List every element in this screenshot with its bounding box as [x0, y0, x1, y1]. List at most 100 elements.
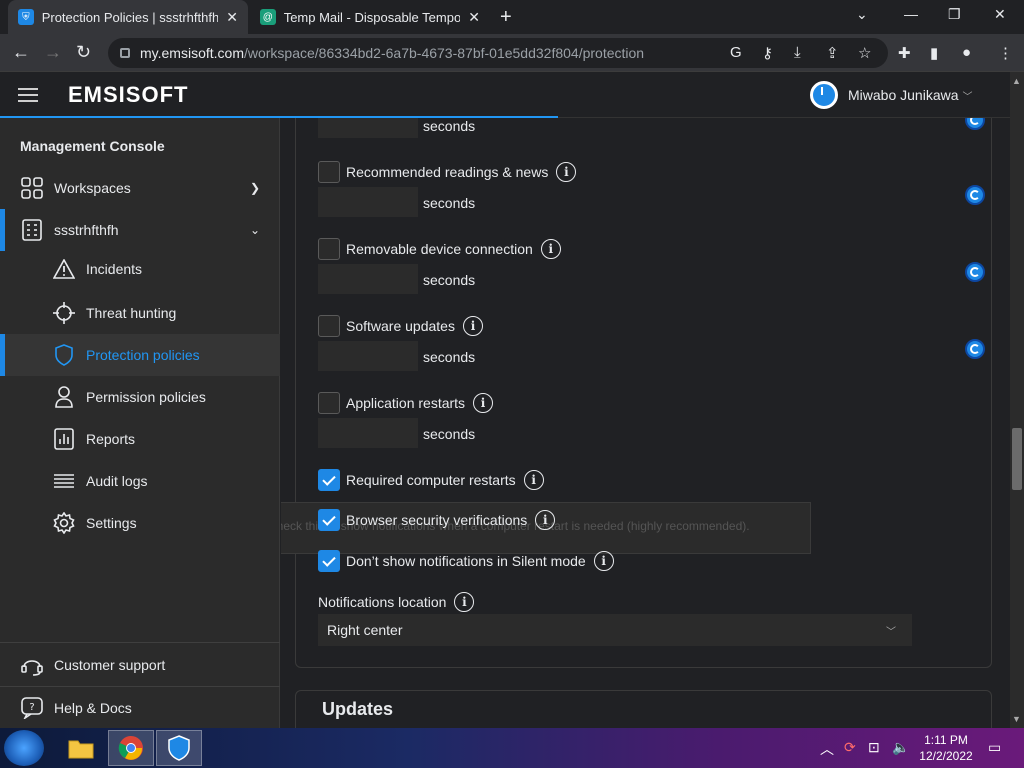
temp-mail-icon: @ — [260, 9, 276, 25]
checkbox-checked[interactable] — [318, 469, 340, 491]
tab-title: Temp Mail - Disposable Tempora — [283, 9, 461, 25]
sidebar-item-label: Threat hunting — [86, 305, 177, 321]
close-window-icon[interactable]: ✕ — [994, 6, 1006, 23]
chrome-icon[interactable] — [108, 730, 154, 766]
sidebar-item-workspace-ssstrhfthfh[interactable]: ssstrhfthfh ⌄ — [0, 209, 280, 251]
user-name: Miwabo Junikawa — [848, 87, 959, 103]
emsisoft-shield-icon[interactable] — [156, 730, 202, 766]
sidebar-item-protection-policies[interactable]: Protection policies — [0, 334, 280, 376]
headset-icon — [20, 653, 44, 677]
seconds-label: seconds — [423, 426, 476, 442]
sidebar-item-customer-support[interactable]: Customer support — [0, 644, 280, 686]
minimize-icon[interactable]: — — [904, 6, 918, 22]
app-header: EMSISOFT Miwabo Junikawa ﹀ — [0, 72, 1010, 118]
key-icon[interactable]: ⚷ — [762, 44, 773, 62]
seconds-input[interactable] — [318, 264, 418, 294]
option-software-updates[interactable]: Software updates i — [318, 315, 483, 337]
system-clock[interactable]: 1:11 PM 12/2/2022 — [918, 732, 974, 764]
checkbox-checked[interactable] — [318, 509, 340, 531]
side-panel-icon[interactable]: ▮ — [930, 44, 938, 62]
scrollbar-track[interactable] — [1010, 72, 1024, 728]
browser-tab-bar: ⛨ Protection Policies | ssstrhfthfh | E … — [0, 0, 1024, 34]
report-chart-icon — [52, 427, 76, 451]
close-tab-icon[interactable]: ✕ — [226, 9, 238, 26]
share-icon[interactable]: ⇪ — [826, 44, 839, 62]
menu-kebab-icon[interactable]: ⋮ — [998, 44, 1013, 62]
reset-icon[interactable] — [965, 262, 985, 282]
checkbox-checked[interactable] — [318, 550, 340, 572]
info-icon[interactable]: i — [535, 510, 556, 530]
seconds-input[interactable] — [318, 187, 418, 217]
checkbox[interactable] — [318, 392, 340, 414]
sidebar-item-settings[interactable]: Settings — [0, 502, 280, 544]
scrollbar-thumb[interactable] — [1012, 428, 1022, 490]
tray-expand-icon[interactable]: ︿ — [820, 739, 834, 759]
install-icon[interactable]: ⤓ — [794, 44, 801, 61]
notification-center-icon[interactable]: ▭ — [988, 739, 1001, 756]
tab-protection-policies[interactable]: ⛨ Protection Policies | ssstrhfthfh | E … — [8, 0, 248, 34]
option-silent-mode[interactable]: Don’t show notifications in Silent mode … — [318, 550, 614, 572]
option-application-restarts[interactable]: Application restarts i — [318, 392, 494, 414]
restore-icon[interactable]: ❐ — [948, 6, 961, 23]
notifications-location-select[interactable]: Right center ﹀ — [318, 614, 912, 646]
tab-temp-mail[interactable]: @ Temp Mail - Disposable Tempora ✕ — [250, 0, 490, 34]
reload-icon[interactable]: ↻ — [76, 42, 91, 63]
seconds-input[interactable] — [318, 418, 418, 448]
emsisoft-logo: EMSISOFT — [68, 82, 189, 107]
scroll-up-arrow-icon[interactable]: ▲ — [1012, 76, 1021, 86]
close-tab-icon[interactable]: ✕ — [468, 9, 480, 26]
google-icon[interactable]: G — [730, 44, 742, 61]
info-icon[interactable]: i — [473, 393, 494, 413]
seconds-input[interactable] — [318, 118, 418, 138]
sidebar-item-reports[interactable]: Reports — [0, 418, 280, 460]
option-required-computer-restarts[interactable]: Required computer restarts i — [318, 469, 544, 491]
url-path: /workspace/86334bd2-6a7b-4673-87bf-01e5d… — [243, 45, 645, 61]
info-icon[interactable]: i — [462, 316, 483, 336]
profile-icon[interactable]: ● — [962, 44, 971, 61]
sidebar-item-label: Workspaces — [54, 180, 131, 196]
scroll-down-arrow-icon[interactable]: ▼ — [1012, 714, 1021, 724]
start-button[interactable] — [4, 730, 44, 766]
forward-icon[interactable]: → — [44, 42, 62, 63]
option-label: Required computer restarts — [346, 472, 516, 488]
reset-icon[interactable] — [965, 185, 985, 205]
info-icon[interactable]: i — [556, 162, 577, 182]
sidebar-item-label: Reports — [86, 431, 136, 447]
hamburger-menu-icon[interactable] — [18, 88, 38, 106]
sidebar-item-incidents[interactable]: Incidents — [0, 248, 280, 290]
checkbox[interactable] — [318, 238, 340, 260]
sidebar-item-workspaces[interactable]: Workspaces ❯ — [0, 167, 280, 209]
user-menu[interactable]: Miwabo Junikawa ﹀ — [810, 81, 973, 109]
extensions-icon[interactable]: ✚ — [898, 44, 911, 62]
info-icon[interactable]: i — [540, 239, 561, 259]
address-toolbar: ← → ↻ my.emsisoft.com/workspace/86334bd2… — [0, 34, 1024, 72]
seconds-label: seconds — [423, 118, 476, 134]
option-browser-security-verifications[interactable]: Browser security verifications i — [318, 509, 556, 531]
option-recommended-readings[interactable]: Recommended readings & news i — [318, 161, 577, 183]
sync-icon[interactable]: ⟳ — [844, 739, 856, 756]
sidebar-item-permission-policies[interactable]: Permission policies — [0, 376, 280, 418]
sidebar-item-threat-hunting[interactable]: Threat hunting — [0, 292, 280, 334]
bookmark-star-icon[interactable]: ☆ — [858, 44, 871, 62]
taskbar: ︿ ⟳ ⊡ 🔈 1:11 PM 12/2/2022 ▭ — [0, 728, 1024, 768]
tab-search-icon[interactable]: ⌄ — [856, 6, 868, 23]
new-tab-icon[interactable]: + — [500, 6, 512, 29]
seconds-input[interactable] — [318, 341, 418, 371]
network-icon[interactable]: ⊡ — [868, 739, 880, 756]
sidebar-item-help-docs[interactable]: ? Help & Docs — [0, 687, 280, 729]
reset-icon[interactable] — [965, 339, 985, 359]
info-icon[interactable]: i — [523, 470, 544, 490]
sidebar-item-audit-logs[interactable]: Audit logs — [0, 460, 280, 502]
info-icon[interactable]: i — [593, 551, 614, 571]
sidebar-item-label: Settings — [86, 515, 137, 531]
option-label: Application restarts — [346, 395, 466, 411]
file-explorer-icon[interactable] — [58, 730, 104, 766]
volume-icon[interactable]: 🔈 — [892, 739, 909, 756]
info-icon[interactable]: i — [454, 592, 475, 612]
checkbox[interactable] — [318, 315, 340, 337]
option-label: Software updates — [346, 318, 455, 334]
option-removable-device[interactable]: Removable device connection i — [318, 238, 561, 260]
checkbox[interactable] — [318, 161, 340, 183]
option-label: Don’t show notifications in Silent mode — [346, 553, 586, 569]
back-icon[interactable]: ← — [12, 42, 30, 63]
